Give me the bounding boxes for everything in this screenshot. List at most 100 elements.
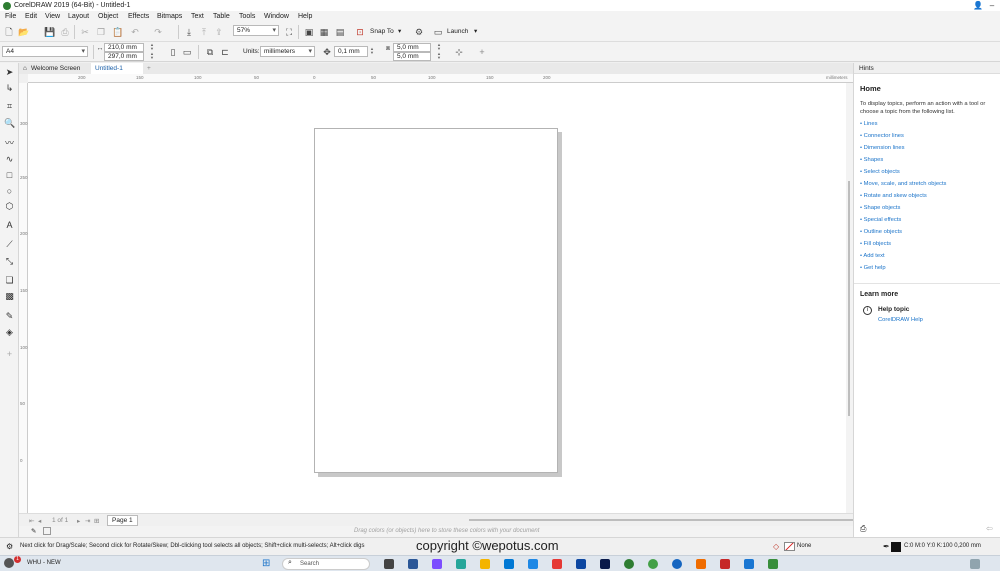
drop-shadow-tool-icon[interactable]: ❏ xyxy=(4,275,15,286)
hint-link[interactable]: Fill objects xyxy=(860,241,891,247)
document-page[interactable] xyxy=(314,128,558,473)
gear-icon[interactable]: ⚙ xyxy=(6,542,13,551)
hint-link[interactable]: Connector lines xyxy=(860,133,904,139)
add-icon[interactable]: + xyxy=(477,47,487,57)
snap-to-dropdown[interactable]: Snap To xyxy=(370,28,394,35)
tab-welcome-screen[interactable]: Welcome Screen xyxy=(27,63,84,74)
horizontal-scrollbar[interactable] xyxy=(469,519,855,521)
eyedropper-icon[interactable]: ✎ xyxy=(31,527,36,535)
first-page-icon[interactable]: ⇤ xyxy=(29,517,34,525)
menu-view[interactable]: View xyxy=(45,13,60,20)
paste-icon[interactable]: 📋 xyxy=(112,27,123,37)
hint-link[interactable]: Add text xyxy=(860,253,884,259)
show-rulers-icon[interactable]: ▤ xyxy=(335,27,345,37)
taskbar-app-icon[interactable] xyxy=(552,559,562,569)
all-pages-icon[interactable]: ⧉ xyxy=(205,47,215,57)
options-gear-icon[interactable]: ⚙ xyxy=(414,27,424,37)
taskbar-app-icon[interactable] xyxy=(744,559,754,569)
save-icon[interactable]: 💾 xyxy=(44,27,55,37)
outline-pen-icon[interactable]: ✒ xyxy=(883,542,890,551)
taskbar-app-icon[interactable] xyxy=(576,559,586,569)
chevron-down-icon[interactable]: ▾ xyxy=(398,27,401,35)
menu-file[interactable]: File xyxy=(5,13,16,20)
artistic-media-tool-icon[interactable]: ∿ xyxy=(4,154,15,165)
dimension-tool-icon[interactable]: ⟋ xyxy=(4,239,15,250)
height-spinner[interactable]: ▲ ▼ xyxy=(150,52,155,61)
menu-layout[interactable]: Layout xyxy=(68,13,89,20)
user-avatar[interactable] xyxy=(4,558,14,568)
nudge-spinner[interactable]: ▲ ▼ xyxy=(370,47,375,56)
taskbar-app-icon[interactable] xyxy=(432,559,442,569)
redo-icon[interactable]: ↷ xyxy=(153,27,163,37)
hint-link[interactable]: Dimension lines xyxy=(860,145,905,151)
portrait-orientation-icon[interactable]: ▯ xyxy=(168,47,178,57)
scrollbar-thumb[interactable] xyxy=(848,181,850,416)
zoom-tool-icon[interactable]: 🔍 xyxy=(4,118,15,129)
outline-swatch[interactable] xyxy=(891,542,901,552)
taskbar-app-icon[interactable] xyxy=(672,559,682,569)
photoshop-icon[interactable] xyxy=(600,559,610,569)
taskbar-app-icon[interactable] xyxy=(768,559,778,569)
menu-help[interactable]: Help xyxy=(298,13,312,20)
page-width-input[interactable]: 210,0 mm xyxy=(104,43,144,52)
pick-tool-icon[interactable]: ➤ xyxy=(4,67,15,78)
menu-edit[interactable]: Edit xyxy=(25,13,37,20)
hint-link[interactable]: Select objects xyxy=(860,169,900,175)
tab-page-1[interactable]: Page 1 xyxy=(107,515,138,526)
text-tool-icon[interactable]: A xyxy=(4,220,15,231)
prev-page-icon[interactable]: ◂ xyxy=(38,517,41,525)
import-icon[interactable]: ⤓ xyxy=(184,27,194,37)
no-color-swatch[interactable] xyxy=(43,527,51,535)
hint-link[interactable]: Special effects xyxy=(860,217,902,223)
open-folder-icon[interactable]: 📂 xyxy=(18,27,29,37)
vertical-ruler[interactable]: 300 250 200 150 100 50 0 xyxy=(19,83,28,513)
export-icon[interactable]: ⤒ xyxy=(199,27,209,37)
publish-pdf-icon[interactable]: ⇪ xyxy=(214,27,224,37)
document-palette[interactable]: ✎ Drag colors (or objects) here to store… xyxy=(19,526,853,537)
taskbar-app-icon[interactable] xyxy=(648,559,658,569)
rectangle-tool-icon[interactable]: □ xyxy=(4,170,15,181)
snap-to-icon[interactable]: ⊡ xyxy=(355,27,365,37)
transparency-tool-icon[interactable]: ▩ xyxy=(4,291,15,302)
units-select[interactable]: millimeters xyxy=(260,46,315,57)
fill-swatch[interactable] xyxy=(784,542,795,551)
minimize-icon[interactable]: – xyxy=(987,1,997,10)
windows-start-icon[interactable]: ⊞ xyxy=(262,558,270,569)
back-arrow-icon[interactable]: ⇦ xyxy=(986,524,993,533)
page-size-select[interactable]: A4 xyxy=(2,46,88,57)
menu-effects[interactable]: Effects xyxy=(128,13,149,20)
menu-bitmaps[interactable]: Bitmaps xyxy=(157,13,182,20)
bleed-icon[interactable]: ⊹ xyxy=(454,47,464,57)
menu-tools[interactable]: Tools xyxy=(239,13,255,20)
hint-link[interactable]: Shapes xyxy=(860,157,884,163)
full-screen-preview-icon[interactable]: ▣ xyxy=(304,27,314,37)
hint-link[interactable]: Outline objects xyxy=(860,229,902,235)
new-tab-icon[interactable]: + xyxy=(143,63,155,74)
menu-window[interactable]: Window xyxy=(264,13,289,20)
add-page-icon[interactable]: ⊞ xyxy=(94,517,99,525)
taskbar-app-icon[interactable] xyxy=(408,559,418,569)
menu-object[interactable]: Object xyxy=(98,13,118,20)
drawing-canvas[interactable] xyxy=(28,83,846,513)
dup-y-spinner[interactable]: ▲ ▼ xyxy=(437,52,442,61)
user-account-icon[interactable]: 👤 xyxy=(973,1,983,10)
taskbar-app-icon[interactable] xyxy=(696,559,706,569)
cut-icon[interactable]: ✂ xyxy=(80,27,90,37)
zoom-level-select[interactable]: 57% xyxy=(233,25,279,36)
tab-untitled-1[interactable]: Untitled-1 xyxy=(91,63,143,74)
tray-icon[interactable] xyxy=(970,559,980,569)
eyedropper-tool-icon[interactable]: ✎ xyxy=(4,311,15,322)
help-topic-link[interactable]: CorelDRAW Help xyxy=(878,317,923,323)
duplicate-x-input[interactable]: 5,0 mm xyxy=(393,43,431,52)
taskbar-app-icon[interactable] xyxy=(528,559,538,569)
chevron-down-icon[interactable]: ▾ xyxy=(474,27,477,35)
taskbar-search-box[interactable] xyxy=(282,558,370,570)
horizontal-ruler[interactable]: 200 150 100 50 0 50 100 150 200 millimet… xyxy=(28,74,853,83)
file-explorer-icon[interactable] xyxy=(480,559,490,569)
launch-app-icon[interactable]: ▭ xyxy=(433,27,443,37)
polygon-tool-icon[interactable]: ⬡ xyxy=(4,201,15,212)
shape-tool-icon[interactable]: ↳ xyxy=(4,83,15,94)
coreldraw-taskbar-icon[interactable] xyxy=(624,559,634,569)
current-page-icon[interactable]: ⊏ xyxy=(220,47,230,57)
new-document-icon[interactable]: 🗋 xyxy=(4,27,14,37)
